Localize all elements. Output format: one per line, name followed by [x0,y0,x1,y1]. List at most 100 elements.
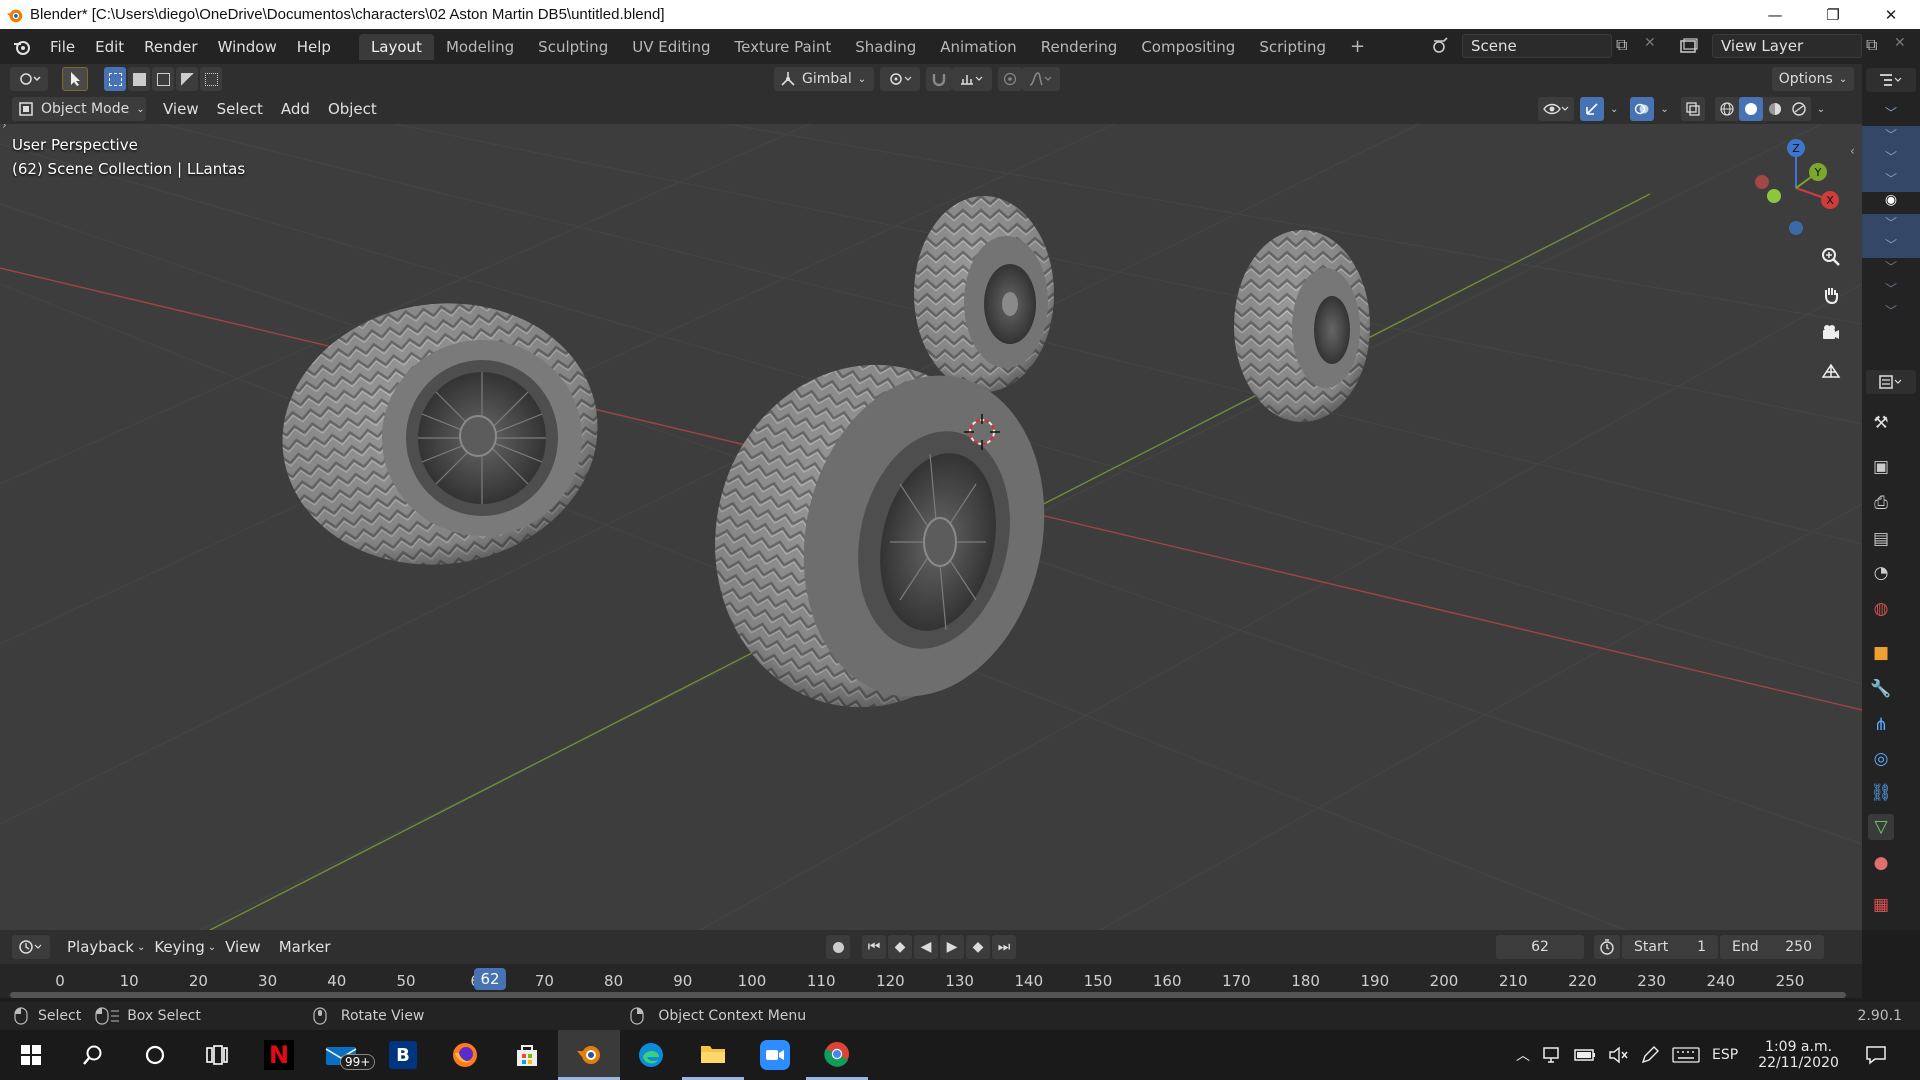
proportional-falloff-dropdown[interactable] [1022,67,1060,91]
constraints-icon[interactable]: ⛓ [1868,780,1894,806]
select-tool-button[interactable] [62,67,88,91]
render-properties-camera-icon[interactable]: ▣ [1868,454,1894,480]
tray-language[interactable]: ESP [1712,1047,1738,1063]
wheel-front-left[interactable] [265,283,614,584]
new-view-layer-icon[interactable]: ⧉ [1866,35,1877,55]
overlays-options-chevron-icon[interactable]: ⌄ [1660,104,1668,115]
shading-rendered-icon[interactable] [1786,97,1811,121]
select-mode-intersect-icon[interactable] [200,67,222,91]
wheel-back-right[interactable] [1234,230,1370,422]
shading-wireframe-icon[interactable] [1714,97,1739,121]
tab-shading[interactable]: Shading [843,34,928,60]
particles-icon[interactable]: ⋔ [1868,712,1894,738]
timeline-editor-type-button[interactable] [12,935,50,959]
select-mode-difference-icon[interactable] [176,67,198,91]
modifier-wrench-icon[interactable]: 🔧 [1868,676,1894,702]
proportional-editing-toggle[interactable] [998,67,1022,91]
scene-name-field[interactable]: Scene [1462,34,1612,58]
jump-to-next-keyframe-icon[interactable]: ◆ [966,935,990,959]
outliner-row-chevron-icon[interactable]: ﹀ [1862,302,1920,324]
wheel-back-center[interactable] [914,196,1054,392]
tab-texture-paint[interactable]: Texture Paint [722,34,843,60]
view-layer-selector-icon[interactable] [1674,34,1704,58]
select-mode-extend-icon[interactable] [128,67,150,91]
viewport-menu-select[interactable]: Select [208,100,272,118]
output-properties-printer-icon[interactable]: ⎙ [1868,490,1894,516]
chrome-browser-icon[interactable] [806,1030,868,1080]
scene-selector-icon[interactable] [1426,34,1456,58]
timeline-scrollbar[interactable] [10,992,1846,998]
minimize-button[interactable]: — [1746,0,1804,29]
timeline-menu-keying[interactable]: Keying [145,938,213,956]
outliner-row-chevron-icon[interactable]: ﹀ [1862,148,1920,170]
3d-viewport[interactable]: User Perspective (62) Scene Collection |… [0,124,1862,930]
view-layer-field[interactable]: View Layer [1712,34,1862,58]
menu-render[interactable]: Render [134,38,207,56]
overlays-toggle[interactable] [1630,97,1655,121]
outliner-row-chevron-icon[interactable]: ﹀ [1862,236,1920,258]
close-button[interactable]: ✕ [1862,0,1920,29]
viewport-menu-view[interactable]: View [154,100,208,118]
tab-compositing[interactable]: Compositing [1129,34,1247,60]
tray-network-icon[interactable] [1542,1046,1562,1064]
outliner-row-chevron-icon[interactable]: ﹀ [1862,170,1920,192]
snap-target-dropdown[interactable] [952,67,992,91]
search-icon[interactable] [62,1030,124,1080]
tray-battery-icon[interactable] [1574,1048,1596,1062]
material-properties-icon[interactable]: ● [1868,850,1894,876]
zoom-app-icon[interactable] [744,1030,806,1080]
tool-properties-icon[interactable]: ⚒ [1868,410,1894,436]
tray-clock[interactable]: 1:09 a.m. 22/11/2020 [1758,1039,1839,1071]
transform-orientation-dropdown[interactable]: Gimbal ⌄ [774,67,874,91]
timeline-ruler[interactable]: 0102030405067080901001101201301401501601… [0,964,1862,998]
tab-layout[interactable]: Layout [358,33,434,60]
shading-material-icon[interactable] [1762,97,1787,121]
play-reverse-icon[interactable]: ◀ [914,935,938,959]
object-mode-dropdown[interactable]: Object Mode ⌄ [12,97,146,121]
tab-rendering[interactable]: Rendering [1029,34,1130,60]
new-scene-icon[interactable]: ⧉ [1616,35,1627,55]
pivot-point-dropdown[interactable] [880,67,920,91]
shading-solid-icon[interactable] [1738,97,1763,121]
viewport-menu-add[interactable]: Add [272,100,319,118]
camera-view-icon[interactable] [1816,318,1846,348]
end-frame-field[interactable]: End 250 [1720,935,1824,959]
gizmo-toggle[interactable] [1580,97,1604,121]
world-properties-icon[interactable]: ◍ [1868,596,1894,622]
tab-uv-editing[interactable]: UV Editing [620,34,722,60]
outliner-row-chevron-icon[interactable]: ﹀ [1862,104,1920,126]
zoom-view-icon[interactable] [1816,242,1846,272]
jump-to-previous-keyframe-icon[interactable]: ◆ [888,935,912,959]
play-icon[interactable]: ▶ [940,935,964,959]
neg-y-axis-handle[interactable] [1767,189,1781,203]
blender-taskbar-icon[interactable] [558,1030,620,1080]
menu-file[interactable]: File [40,38,85,56]
select-mode-subtract-icon[interactable] [152,67,174,91]
playhead-frame-indicator[interactable]: 62 [474,968,506,990]
netflix-app-icon[interactable]: N [248,1030,310,1080]
edge-browser-icon[interactable] [620,1030,682,1080]
xray-toggle[interactable] [1680,97,1705,121]
sidebar-toggle-arrow-icon[interactable]: ‹ [1850,144,1855,158]
neg-x-axis-handle[interactable] [1755,175,1769,189]
jump-to-end-icon[interactable]: ⏭ [992,935,1016,959]
timeline-menu-view[interactable]: View [216,938,270,956]
jump-to-start-icon[interactable]: ⏮ [862,935,886,959]
outliner-row-chevron-icon[interactable]: ﹀ [1862,280,1920,302]
neg-z-axis-handle[interactable] [1789,221,1803,235]
visibility-dropdown[interactable] [1538,97,1574,121]
navigation-gizmo[interactable]: Z X Y [1746,138,1846,248]
editor-type-button[interactable] [10,67,48,91]
menu-window[interactable]: Window [208,38,287,56]
blender-menu-icon[interactable] [10,37,34,57]
physics-icon[interactable]: ◎ [1868,746,1894,772]
select-mode-new-icon[interactable] [104,67,126,91]
timeline-menu-playback[interactable]: Playback [58,938,143,956]
windows-start-icon[interactable] [0,1030,62,1080]
mail-app-icon[interactable]: 99+ [310,1030,376,1080]
add-workspace-button[interactable]: + [1338,32,1377,61]
timeline-menu-marker[interactable]: Marker [270,938,340,956]
tab-animation[interactable]: Animation [928,34,1028,60]
scene-properties-icon[interactable]: ◔ [1868,560,1894,586]
auto-keying-record-icon[interactable] [826,935,850,959]
